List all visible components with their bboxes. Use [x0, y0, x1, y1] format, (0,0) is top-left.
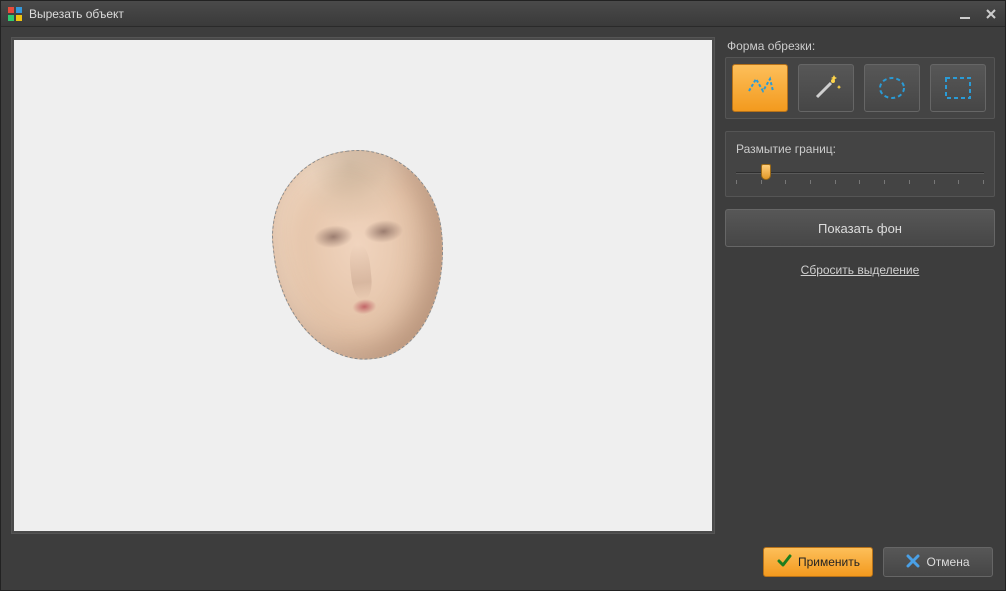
shape-ellipse-button[interactable] — [864, 64, 920, 112]
crop-shape-label: Форма обрезки: — [725, 37, 995, 57]
slider-ticks — [736, 180, 984, 184]
title-bar: Вырезать объект — [1, 1, 1005, 27]
window-title: Вырезать объект — [29, 7, 957, 21]
minimize-button[interactable] — [957, 6, 973, 22]
crop-shape-row — [725, 57, 995, 119]
footer: Применить Отмена — [1, 544, 1005, 590]
blur-slider[interactable] — [736, 162, 984, 188]
reset-selection-label: Сбросить выделение — [801, 263, 920, 277]
sidebar: Форма обрезки: — [725, 37, 995, 534]
shape-rectangle-button[interactable] — [930, 64, 986, 112]
crop-shape-section: Форма обрезки: — [725, 37, 995, 119]
cancel-button[interactable]: Отмена — [883, 547, 993, 577]
show-background-button[interactable]: Показать фон — [725, 209, 995, 247]
blur-edges-section: Размытие границ: — [725, 131, 995, 197]
close-button[interactable] — [983, 6, 999, 22]
show-background-label: Показать фон — [818, 221, 902, 236]
app-icon — [7, 6, 23, 22]
close-icon — [906, 554, 920, 571]
blur-edges-label: Размытие границ: — [736, 142, 984, 162]
cancel-label: Отмена — [926, 555, 969, 569]
apply-label: Применить — [798, 555, 860, 569]
apply-button[interactable]: Применить — [763, 547, 873, 577]
selection-outline[interactable] — [263, 142, 454, 369]
shape-magic-wand-button[interactable] — [798, 64, 854, 112]
shape-free-button[interactable] — [732, 64, 788, 112]
window-controls — [957, 6, 999, 22]
slider-thumb[interactable] — [761, 164, 771, 180]
slider-track — [736, 172, 984, 174]
check-icon — [776, 553, 792, 572]
dialog-window: Вырезать объект Форма обрезки: — [0, 0, 1006, 591]
reset-selection-link[interactable]: Сбросить выделение — [725, 259, 995, 277]
canvas-frame — [11, 37, 715, 534]
content-area: Форма обрезки: — [1, 27, 1005, 544]
image-canvas[interactable] — [14, 40, 712, 531]
